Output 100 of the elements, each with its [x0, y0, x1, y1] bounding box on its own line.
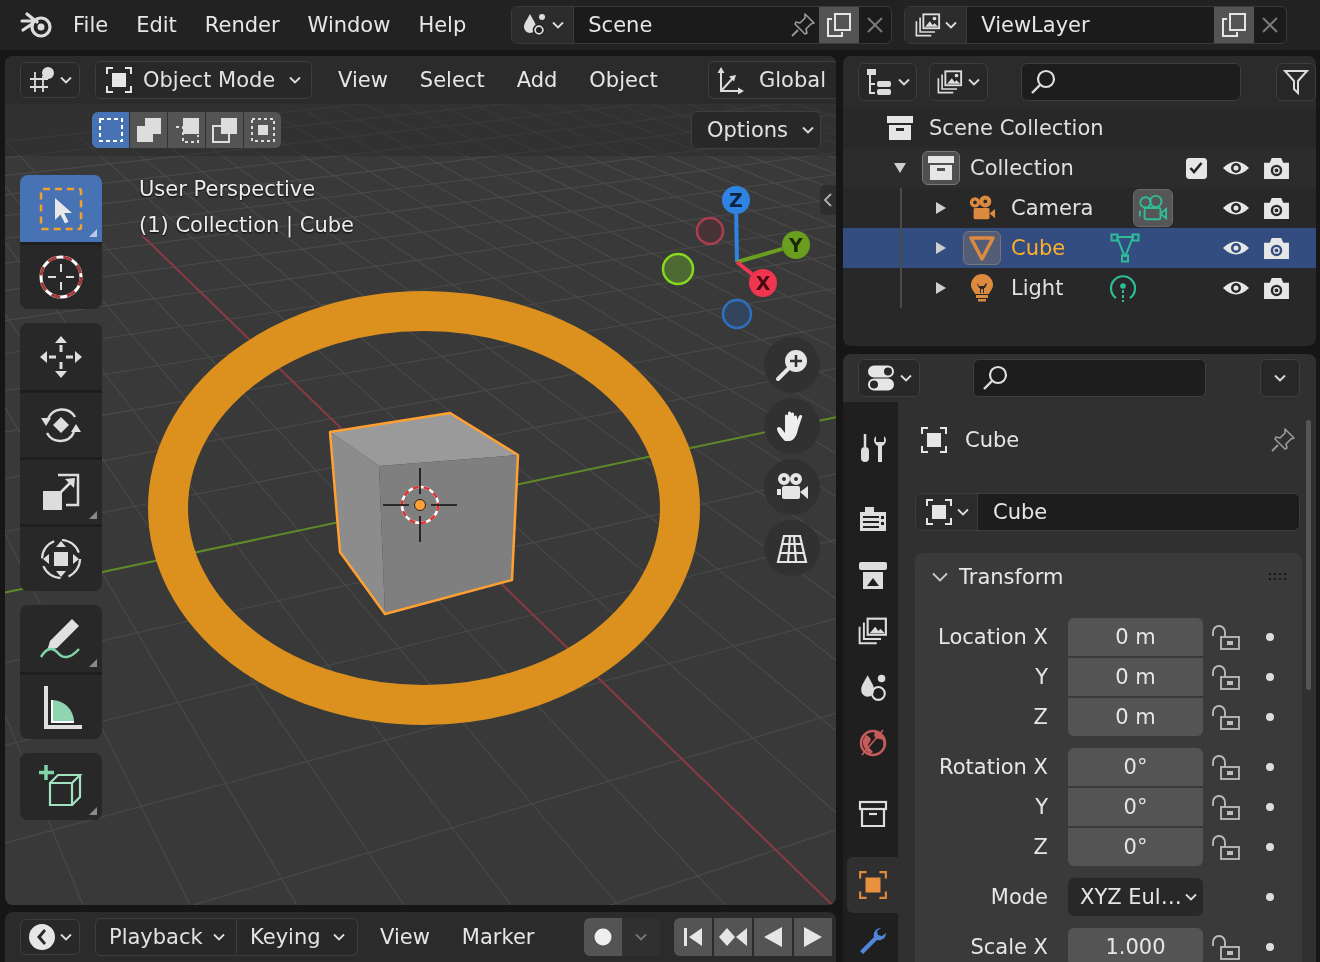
scene-name-field[interactable]: Scene — [574, 7, 788, 43]
tool-button[interactable] — [20, 242, 102, 309]
scrollbar[interactable] — [1306, 420, 1311, 690]
decorator-dot-icon[interactable] — [1266, 843, 1274, 851]
lock-open-icon[interactable] — [1211, 664, 1241, 690]
new-view-layer-button[interactable] — [1214, 7, 1255, 43]
outliner-row[interactable]: Cube — [843, 228, 1316, 268]
properties-tab[interactable] — [847, 857, 898, 913]
decorator-dot-icon[interactable] — [1266, 633, 1274, 641]
tool-button[interactable] — [20, 753, 102, 820]
outliner-row[interactable]: Collection — [843, 148, 1316, 188]
search-field[interactable] — [973, 359, 1206, 397]
select-mode-button[interactable] — [244, 112, 281, 148]
scene-browse-button[interactable] — [512, 7, 575, 43]
pin-button[interactable] — [1270, 427, 1296, 453]
item-icon-tile[interactable] — [922, 151, 960, 185]
lock-open-icon[interactable] — [1211, 624, 1241, 650]
3d-viewport[interactable]: Z Y X Object Mode View Select Add Object Global Options User Perspective (1) Collection | Cube — [5, 56, 836, 905]
playback-button[interactable] — [714, 918, 753, 956]
filter-button[interactable] — [1276, 63, 1316, 101]
playback-button[interactable] — [794, 918, 833, 956]
decorator-dot-icon[interactable] — [1266, 713, 1274, 721]
lock-open-icon[interactable] — [1211, 934, 1241, 960]
item-icon-tile[interactable] — [963, 231, 1001, 265]
menu-button[interactable]: Select — [403, 63, 501, 97]
lock-open-icon[interactable] — [1211, 794, 1241, 820]
negative-x-handle[interactable] — [695, 216, 725, 246]
number-field[interactable]: 0 m — [1068, 618, 1203, 656]
menu-button[interactable]: Render — [190, 8, 294, 42]
view-layer-browse-button[interactable] — [905, 7, 968, 43]
decorator-dot-icon[interactable] — [1266, 943, 1274, 951]
negative-z-handle[interactable] — [721, 298, 753, 330]
photo-camera-icon[interactable] — [1262, 156, 1290, 180]
decorator-dot-icon[interactable] — [1266, 893, 1274, 901]
auto-keying-button[interactable] — [584, 918, 623, 956]
checkbox[interactable] — [1185, 157, 1207, 179]
view-layer-name-field[interactable]: ViewLayer — [967, 7, 1215, 43]
eye-icon[interactable] — [1222, 159, 1250, 177]
menu-button[interactable]: Marker — [445, 920, 551, 954]
eye-icon[interactable] — [1222, 279, 1250, 297]
menu-button[interactable]: Edit — [122, 8, 191, 42]
options-dropdown[interactable]: Options — [691, 111, 821, 149]
decorator-dot-icon[interactable] — [1266, 763, 1274, 771]
lock-open-icon[interactable] — [1211, 834, 1241, 860]
menu-dropdown[interactable]: Keying — [237, 918, 358, 956]
decorator-dot-icon[interactable] — [1266, 673, 1274, 681]
decorator-dot-icon[interactable] — [1266, 803, 1274, 811]
view-layer-button[interactable] — [928, 63, 988, 101]
axis-handle[interactable]: Y — [736, 231, 810, 264]
editor-type-button[interactable] — [20, 919, 80, 955]
photo-camera-icon[interactable] — [1262, 236, 1290, 260]
lock-open-icon[interactable] — [1211, 754, 1241, 780]
camera-view-button[interactable] — [764, 459, 820, 515]
triangle-right-icon[interactable] — [934, 281, 948, 295]
menu-button[interactable]: View — [322, 63, 404, 97]
new-scene-button[interactable] — [819, 7, 860, 43]
triangle-right-icon[interactable] — [934, 201, 948, 215]
number-field[interactable]: 1.000 — [1068, 928, 1203, 962]
mode-dropdown[interactable]: XYZ Eul… — [1068, 878, 1203, 916]
menu-button[interactable]: File — [59, 8, 123, 42]
menu-button[interactable]: Add — [500, 63, 574, 97]
number-field[interactable]: 0 m — [1068, 698, 1203, 736]
tool-button[interactable] — [20, 524, 102, 591]
orientation-dropdown[interactable]: Global — [708, 61, 836, 99]
number-field[interactable]: 0° — [1068, 788, 1203, 826]
zoom-button[interactable] — [764, 337, 820, 393]
tool-button[interactable] — [20, 605, 102, 672]
triangle-down-icon[interactable] — [893, 161, 907, 175]
display-mode-button[interactable] — [858, 63, 917, 101]
search-field[interactable] — [1020, 63, 1241, 101]
select-mode-button[interactable] — [168, 112, 205, 148]
menu-button[interactable]: Help — [404, 8, 481, 42]
select-mode-button[interactable] — [92, 112, 129, 148]
panel-title[interactable]: Transform — [959, 565, 1064, 589]
eye-icon[interactable] — [1222, 239, 1250, 257]
eye-icon[interactable] — [1222, 199, 1250, 217]
menu-button[interactable]: Window — [293, 8, 405, 42]
number-field[interactable]: 0 m — [1068, 658, 1203, 696]
tool-button[interactable] — [20, 457, 102, 524]
axis-handle[interactable]: Z — [722, 186, 750, 263]
pan-button[interactable] — [764, 398, 820, 454]
playback-button[interactable] — [754, 918, 793, 956]
select-mode-button[interactable] — [206, 112, 243, 148]
playback-button[interactable] — [674, 918, 713, 956]
negative-y-handle[interactable] — [661, 252, 695, 286]
select-mode-button[interactable] — [130, 112, 167, 148]
sidebar-toggle[interactable] — [820, 185, 836, 215]
tool-button[interactable] — [20, 672, 102, 739]
editor-type-button[interactable] — [20, 62, 80, 98]
number-field[interactable]: 0° — [1068, 828, 1203, 866]
tool-button[interactable] — [20, 323, 102, 390]
lock-open-icon[interactable] — [1211, 704, 1241, 730]
number-field[interactable]: 0° — [1068, 748, 1203, 786]
editor-type-button[interactable] — [858, 359, 920, 397]
photo-camera-icon[interactable] — [1262, 196, 1290, 220]
mode-dropdown[interactable]: Object Mode — [95, 61, 312, 99]
triangle-right-icon[interactable] — [934, 241, 948, 255]
options-dropdown[interactable] — [1260, 359, 1300, 397]
data-icon-tile[interactable] — [1133, 189, 1174, 227]
menu-button[interactable]: Object — [573, 63, 674, 97]
